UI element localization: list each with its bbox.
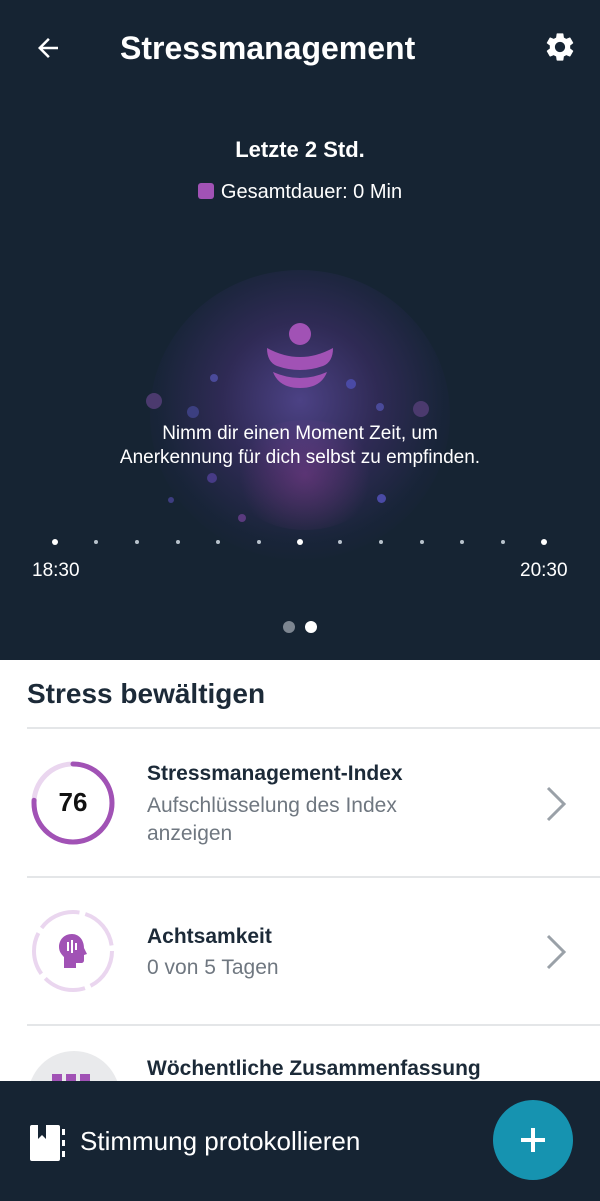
timeline-dot: [176, 540, 180, 544]
timeline-dot: [94, 540, 98, 544]
bubble: [346, 379, 356, 389]
bubble: [146, 393, 162, 409]
bubble: [210, 374, 218, 382]
timeline-dot: [541, 539, 547, 545]
time-period-label: Letzte 2 Std.: [235, 137, 365, 162]
bottom-action-bar: Stimmung protokollieren: [0, 1081, 600, 1201]
timeline-dot: [379, 540, 383, 544]
timeline-dot: [52, 539, 58, 545]
journal-icon: [30, 1125, 65, 1161]
chevron-right-icon: [546, 786, 567, 822]
stress-index-row[interactable]: 76 Stressmanagement-Index Aufschlüsselun…: [0, 729, 600, 876]
page-dot-active[interactable]: [305, 621, 317, 633]
timeline-dot: [297, 539, 303, 545]
bubble: [377, 494, 386, 503]
mindfulness-head-icon: [59, 934, 87, 968]
timeline-dot: [338, 540, 342, 544]
row-subtitle-line: anzeigen: [147, 822, 233, 845]
timeline: [0, 536, 600, 548]
timeline-dot: [135, 540, 139, 544]
calendar-icon: [52, 1074, 90, 1081]
stress-summary-panel: Stressmanagement Letzte 2 Std. Gesamtdau…: [0, 0, 600, 660]
page-indicator[interactable]: [283, 621, 323, 635]
timeline-dot: [460, 540, 464, 544]
timeline-dot: [257, 540, 261, 544]
message-line: Nimm dir einen Moment Zeit, um: [162, 423, 438, 444]
section-title: Stress bewältigen: [27, 678, 266, 709]
app-bar: Stressmanagement: [0, 0, 600, 96]
legend-label: Gesamtdauer: 0 Min: [220, 181, 403, 203]
mindfulness-row[interactable]: Achtsamkeit 0 von 5 Tagen: [0, 878, 600, 1024]
row-subtitle: Aufschlüsselung des Index anzeigen: [147, 792, 397, 848]
stress-score-value: 76: [58, 787, 88, 817]
back-button[interactable]: [28, 28, 68, 68]
legend: Gesamtdauer: 0 Min: [0, 181, 600, 204]
message-line: Anerkennung für dich selbst zu empfinden…: [119, 447, 481, 468]
row-title: Wöchentliche Zusammenfassung: [147, 1057, 481, 1080]
log-mood-button[interactable]: Stimmung protokollieren: [20, 1111, 400, 1171]
row-title: Achtsamkeit: [147, 925, 272, 948]
timeline-dot: [216, 540, 220, 544]
timeline-dot: [501, 540, 505, 544]
log-mood-label: Stimmung protokollieren: [80, 1126, 361, 1156]
time-start-label: 18:30: [32, 560, 80, 581]
add-button[interactable]: [493, 1100, 573, 1180]
bubble: [376, 403, 384, 411]
relax-logo-icon: [267, 323, 333, 388]
weekly-summary-row[interactable]: Wöchentliche Zusammenfassung: [0, 1026, 600, 1081]
gear-icon: [546, 33, 574, 61]
page-title: Stressmanagement: [120, 30, 416, 66]
plus-icon: [521, 1128, 545, 1152]
time-end-label: 20:30: [520, 560, 568, 581]
bubble: [238, 514, 246, 522]
bubble: [168, 497, 174, 503]
row-title: Stressmanagement-Index: [147, 762, 403, 785]
row-subtitle: 0 von 5 Tagen: [147, 956, 279, 979]
row-subtitle-line: Aufschlüsselung des Index: [147, 794, 397, 817]
settings-button[interactable]: [540, 27, 580, 67]
page-dot[interactable]: [283, 621, 295, 633]
timeline-dot: [420, 540, 424, 544]
bubble: [207, 473, 217, 483]
legend-swatch: [197, 183, 214, 199]
bubble: [187, 406, 199, 418]
chevron-right-icon: [546, 934, 567, 970]
motivation-message: Nimm dir einen Moment Zeit, um Anerkennu…: [60, 422, 540, 470]
bubble: [413, 401, 429, 417]
arrow-left-icon: [38, 38, 58, 58]
